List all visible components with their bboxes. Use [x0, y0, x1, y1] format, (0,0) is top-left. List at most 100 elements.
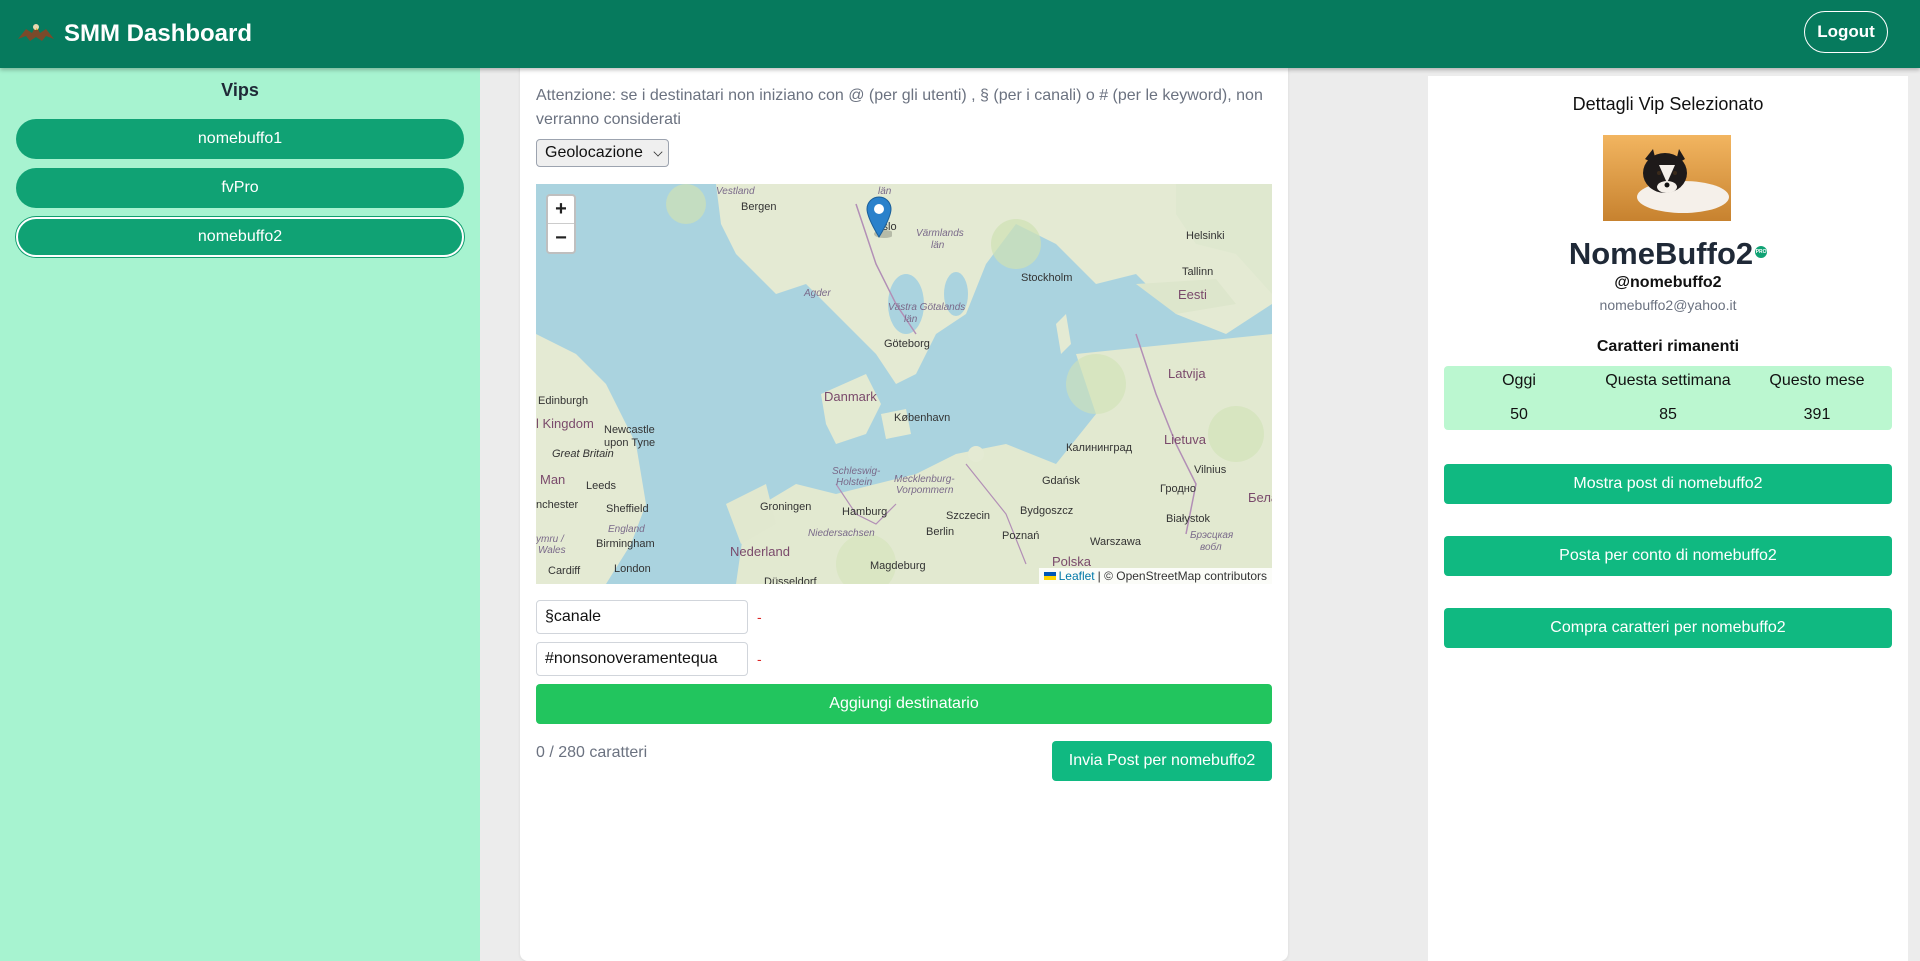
- map-label: Gdańsk: [1042, 475, 1080, 487]
- chevron-down-icon: [653, 147, 663, 157]
- chars-header-month: Questo mese: [1769, 372, 1865, 389]
- map-label: Lietuva: [1164, 432, 1206, 447]
- remove-recipient-link[interactable]: -: [757, 609, 762, 625]
- vip-name-text: NomeBuffo2: [1568, 236, 1754, 271]
- recipient-input[interactable]: §canale: [536, 600, 748, 634]
- map-label: England: [608, 524, 645, 535]
- top-navbar: SMM Dashboard Logout: [0, 0, 1920, 68]
- map-label: Калининград: [1066, 442, 1133, 454]
- map-label: Vorpommern: [896, 485, 954, 496]
- map-label: l Kingdom: [536, 416, 594, 431]
- map-label: Leeds: [586, 480, 616, 492]
- chars-value-today: 50: [1510, 406, 1528, 423]
- brand[interactable]: SMM Dashboard: [16, 19, 252, 49]
- map-label: Брэсцкая: [1190, 530, 1234, 541]
- map-label: Eesti: [1178, 287, 1207, 302]
- leaflet-link[interactable]: Leaflet: [1059, 569, 1095, 583]
- map-label: Mecklenburg-: [894, 474, 955, 485]
- post-for-vip-button[interactable]: Posta per conto di nomebuffo2: [1444, 536, 1892, 576]
- map-label: Latvija: [1168, 366, 1206, 381]
- map-attribution: Leaflet | © OpenStreetMap contributors: [1038, 568, 1272, 584]
- app-title: SMM Dashboard: [64, 20, 253, 47]
- map-label: Düsseldorf: [764, 576, 817, 584]
- map-label: Holstein: [836, 477, 873, 488]
- map-label: Poznań: [1002, 530, 1040, 542]
- map-label: län: [904, 314, 918, 325]
- map-label: Nederland: [730, 544, 790, 559]
- map-tiles: [536, 184, 1272, 584]
- vip-details-panel: Dettagli Vip Selezionato NomeBuffo2 PRO @…: [1428, 76, 1908, 961]
- map-label: nchester: [536, 499, 579, 511]
- show-posts-button[interactable]: Mostra post di nomebuffo2: [1444, 464, 1892, 504]
- map-label: Гродно: [1160, 483, 1196, 495]
- add-recipient-button[interactable]: Aggiungi destinatario: [536, 684, 1272, 724]
- sidebar-title: Vips: [221, 80, 259, 100]
- map-label: Helsinki: [1186, 230, 1225, 242]
- sidebar-item-fvpro[interactable]: fvPro: [16, 168, 464, 208]
- eagle-logo-icon: [18, 24, 54, 41]
- chars-header-today: Oggi: [1502, 372, 1536, 389]
- chars-header-week: Questa settimana: [1605, 372, 1731, 389]
- map-label: Vestland: [716, 186, 755, 197]
- map-label: Värmlands: [916, 228, 964, 239]
- map-label: Newcastle: [604, 424, 655, 436]
- sidebar-item-nomebuffo2[interactable]: nomebuffo2: [16, 217, 464, 257]
- send-post-button[interactable]: Invia Post per nomebuffo2: [1052, 741, 1272, 781]
- details-title: Dettagli Vip Selezionato: [1572, 94, 1764, 114]
- map-label: Warszawa: [1090, 536, 1141, 548]
- map-label: Västra Götalands: [888, 302, 966, 313]
- recipient-input[interactable]: #nonsonoveramentequa: [536, 642, 748, 676]
- map-marker-icon[interactable]: [866, 196, 892, 238]
- map-label: Man: [540, 472, 566, 487]
- map-label: Birmingham: [596, 538, 655, 550]
- map-label: Magdeburg: [870, 560, 926, 572]
- zoom-control: + −: [546, 194, 576, 254]
- map-label: Sheffield: [606, 503, 649, 515]
- map-label: Wales: [538, 545, 566, 556]
- map-label: Edinburgh: [538, 395, 589, 407]
- character-counter: 0 / 280 caratteri: [536, 744, 648, 761]
- map-label: Polska: [1052, 554, 1092, 569]
- dog-photo-icon: [1603, 135, 1731, 221]
- vip-handle: @nomebuffo2: [1614, 274, 1722, 291]
- map-label: Great Britain: [552, 448, 614, 460]
- map-label: Tallinn: [1182, 266, 1214, 278]
- map-label: Groningen: [760, 501, 812, 513]
- buy-chars-button[interactable]: Compra caratteri per nomebuffo2: [1444, 608, 1892, 648]
- map-label: Stockholm: [1021, 272, 1073, 284]
- zoom-out-button[interactable]: −: [548, 224, 574, 252]
- recipient-type-value: Geolocazione: [545, 144, 643, 161]
- osm-attribution: | © OpenStreetMap contributors: [1097, 569, 1267, 583]
- map-label: London: [614, 563, 651, 575]
- map-label: Schleswig-: [832, 466, 881, 477]
- pro-badge-icon: PRO: [1755, 245, 1768, 258]
- zoom-in-button[interactable]: +: [548, 196, 574, 224]
- sidebar-item-nomebuffo1[interactable]: nomebuffo1: [16, 119, 464, 159]
- vip-sidebar: Vips nomebuffo1 fvPro nomebuffo2: [0, 68, 480, 961]
- chars-value-month: 391: [1803, 406, 1831, 423]
- map-label: Niedersachsen: [808, 528, 875, 539]
- map-label: Bydgoszcz: [1020, 505, 1074, 517]
- map-label: Bergen: [741, 201, 777, 213]
- map-label: Białystok: [1166, 513, 1211, 525]
- map-label: ymru /: [536, 534, 564, 545]
- map-label: Berlin: [926, 526, 955, 538]
- geolocation-map[interactable]: Vestland Bergen län Oslo Värmlands län H…: [536, 184, 1272, 584]
- remaining-chars-table: Oggi Questa settimana Questo mese 50 85 …: [1444, 366, 1892, 430]
- vip-avatar: [1603, 135, 1731, 221]
- logout-button[interactable]: Logout: [1804, 11, 1888, 53]
- map-label: län: [931, 240, 945, 251]
- map-label: Danmark: [824, 389, 877, 404]
- map-label: Göteborg: [884, 338, 930, 350]
- recipient-type-select[interactable]: Geolocazione: [536, 139, 669, 167]
- ukraine-flag-icon: [1043, 572, 1056, 580]
- map-label: Hamburg: [842, 506, 888, 518]
- vip-email: nomebuffo2@yahoo.it: [1599, 297, 1737, 313]
- map-label: Szczecin: [946, 510, 991, 522]
- map-label: Cardiff: [548, 565, 581, 577]
- map-label: København: [894, 412, 951, 424]
- remove-recipient-link[interactable]: -: [757, 651, 762, 667]
- vip-name: NomeBuffo2 PRO: [1428, 236, 1908, 272]
- map-label: Vilnius: [1194, 464, 1227, 476]
- map-label: Agder: [804, 288, 831, 299]
